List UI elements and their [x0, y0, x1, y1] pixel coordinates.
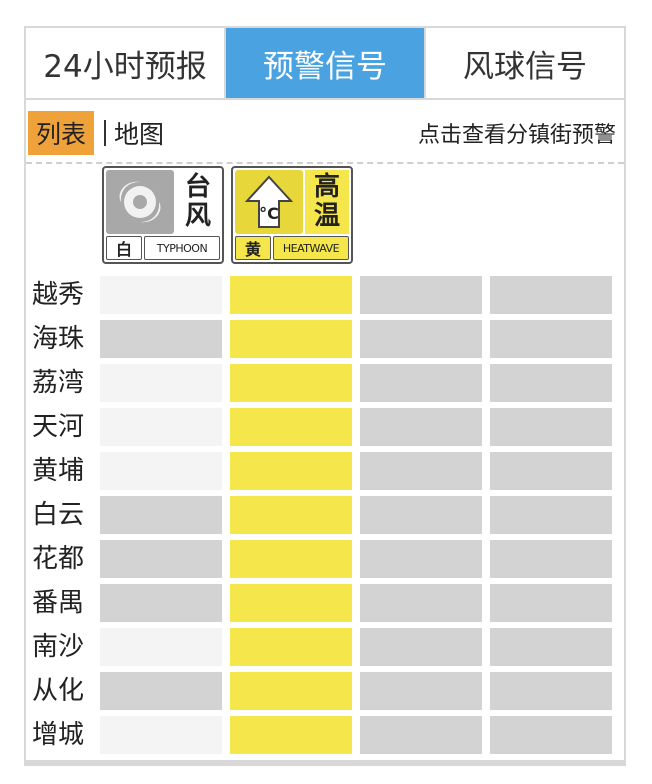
warning-cell[interactable]: [230, 320, 352, 358]
district-name: 白云: [32, 500, 85, 530]
warning-cell[interactable]: [360, 452, 482, 490]
typhoon-icon: [106, 170, 174, 234]
heatwave-level-badge: 黄: [235, 236, 271, 260]
district-row: 越秀: [26, 276, 624, 314]
map-view-tab[interactable]: 地图: [114, 115, 164, 151]
warning-cell[interactable]: [360, 276, 482, 314]
warning-cell[interactable]: [230, 672, 352, 710]
district-name: 黄埔: [32, 456, 85, 486]
district-row: 天河: [26, 408, 624, 446]
warning-cell[interactable]: [100, 584, 222, 622]
warning-cell[interactable]: [230, 584, 352, 622]
typhoon-english-label: TYPHOON: [144, 236, 220, 260]
warning-cell[interactable]: [360, 584, 482, 622]
warning-cell[interactable]: [230, 540, 352, 578]
warning-cell[interactable]: [360, 628, 482, 666]
district-row: 黄埔: [26, 452, 624, 490]
warning-cell[interactable]: [100, 540, 222, 578]
warning-cell[interactable]: [100, 276, 222, 314]
warning-cell[interactable]: [490, 408, 612, 446]
district-name: 越秀: [32, 280, 85, 310]
warning-cell[interactable]: [230, 276, 352, 314]
district-row: 南沙: [26, 628, 624, 666]
warning-cell[interactable]: [100, 364, 222, 402]
warning-cell[interactable]: [490, 584, 612, 622]
warning-cell[interactable]: [490, 716, 612, 754]
warning-cell[interactable]: [100, 496, 222, 534]
warning-cell[interactable]: [230, 628, 352, 666]
warning-cell[interactable]: [230, 496, 352, 534]
district-row: 荔湾: [26, 364, 624, 402]
tab-typhoon-signals[interactable]: 风球信号: [424, 28, 624, 98]
typhoon-signal-label: 台 风: [184, 172, 211, 231]
svg-text:°C: °C: [259, 204, 279, 223]
warning-cell[interactable]: [490, 672, 612, 710]
thermometer-arrow-icon: °C: [235, 170, 303, 234]
warning-cell[interactable]: [230, 364, 352, 402]
district-name: 海珠: [32, 324, 85, 354]
district-name: 花都: [32, 544, 85, 574]
view-separator: [104, 120, 107, 146]
district-name: 荔湾: [32, 368, 85, 398]
view-switch-bar: 列表 地图 点击查看分镇街预警: [26, 104, 624, 164]
warning-cell[interactable]: [490, 540, 612, 578]
tab-bar: 24小时预报 预警信号 风球信号: [24, 26, 626, 100]
list-view-tab[interactable]: 列表: [28, 111, 95, 155]
warning-cell[interactable]: [360, 540, 482, 578]
warning-cell[interactable]: [100, 320, 222, 358]
typhoon-level-badge: 白: [106, 236, 142, 260]
district-name: 增城: [32, 720, 85, 750]
district-row: 白云: [26, 496, 624, 534]
tab-24h-forecast[interactable]: 24小时预报: [26, 28, 224, 98]
warning-cell[interactable]: [490, 364, 612, 402]
warning-cell[interactable]: [360, 364, 482, 402]
warning-cell[interactable]: [230, 408, 352, 446]
town-warning-link[interactable]: 点击查看分镇街预警: [418, 117, 616, 149]
warning-cell[interactable]: [490, 496, 612, 534]
district-row: 增城: [26, 716, 624, 754]
warning-cell[interactable]: [360, 408, 482, 446]
tab-warning-signals[interactable]: 预警信号: [224, 28, 424, 98]
warning-cell[interactable]: [230, 716, 352, 754]
district-name: 从化: [32, 676, 85, 706]
warning-cell[interactable]: [490, 452, 612, 490]
warning-cell[interactable]: [100, 716, 222, 754]
heatwave-warning-signal[interactable]: °C 高 温 黄 HEATWAVE: [231, 166, 353, 264]
warning-cell[interactable]: [490, 276, 612, 314]
warning-cell[interactable]: [100, 452, 222, 490]
district-row: 番禺: [26, 584, 624, 622]
district-name: 番禺: [32, 588, 85, 618]
warning-cell[interactable]: [490, 320, 612, 358]
district-row: 从化: [26, 672, 624, 710]
warning-cell[interactable]: [360, 716, 482, 754]
warning-cell[interactable]: [100, 672, 222, 710]
heatwave-english-label: HEATWAVE: [273, 236, 349, 260]
warning-cell[interactable]: [490, 628, 612, 666]
heatwave-signal-label: 高 温: [305, 170, 349, 234]
district-name: 天河: [32, 412, 85, 442]
district-name: 南沙: [32, 632, 85, 662]
district-row: 花都: [26, 540, 624, 578]
warning-cell[interactable]: [230, 452, 352, 490]
warning-cell[interactable]: [360, 496, 482, 534]
warning-cell[interactable]: [100, 408, 222, 446]
warning-cell[interactable]: [100, 628, 222, 666]
district-row: 海珠: [26, 320, 624, 358]
warning-cell[interactable]: [360, 320, 482, 358]
typhoon-warning-signal[interactable]: 台 风 白 TYPHOON: [102, 166, 224, 264]
warning-cell[interactable]: [360, 672, 482, 710]
